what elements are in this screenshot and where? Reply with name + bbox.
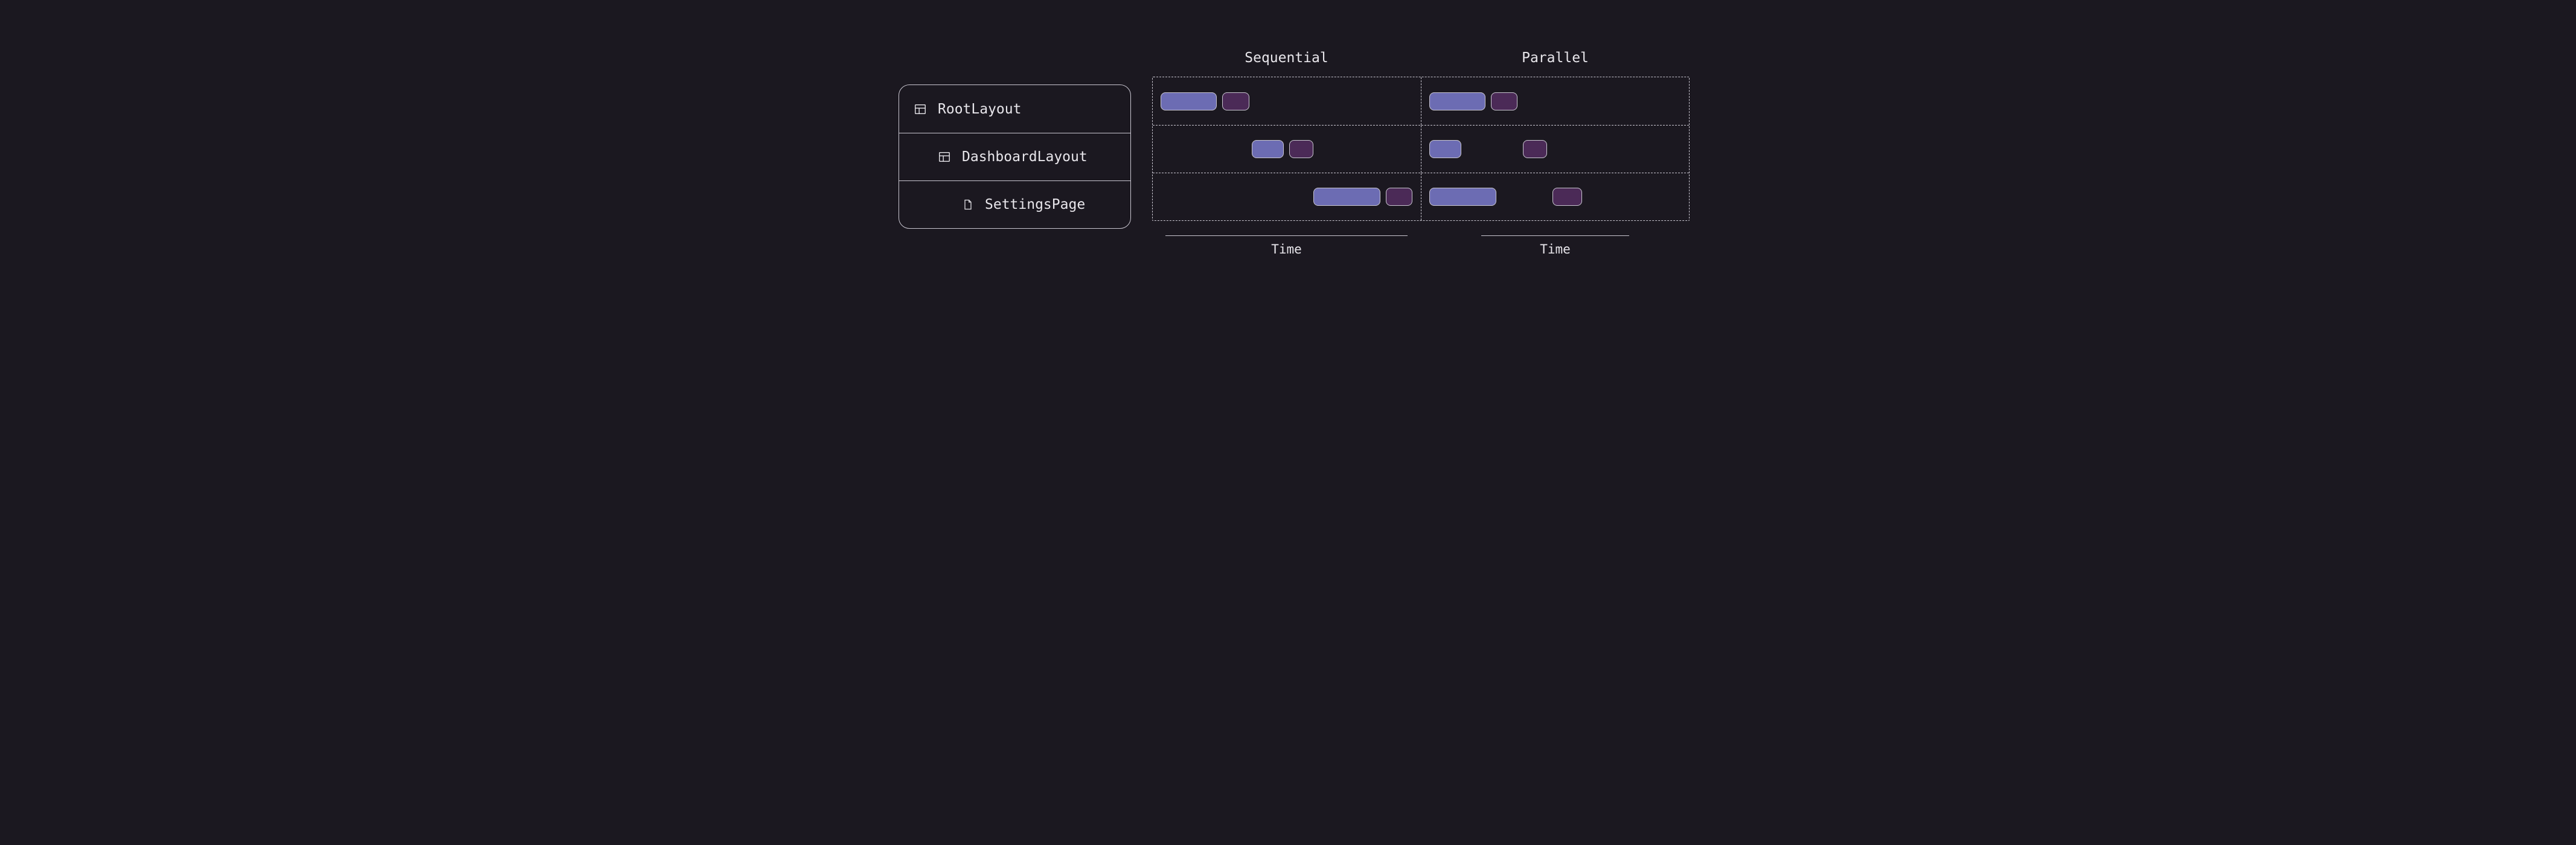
render-bar	[1289, 140, 1313, 158]
tree-row-label: DashboardLayout	[962, 149, 1088, 165]
axis-parallel: Time	[1421, 235, 1690, 257]
fetch-bar	[1252, 140, 1284, 158]
axis-label: Time	[1540, 242, 1571, 257]
fetch-bar	[1429, 140, 1461, 158]
timeline-row	[1153, 77, 1689, 125]
render-bar	[1523, 140, 1547, 158]
component-tree: RootLayout DashboardLayout SettingsPage	[899, 84, 1131, 229]
diagram-stage: RootLayout DashboardLayout SettingsPage …	[817, 0, 1759, 309]
tree-row-dashboard-layout: DashboardLayout	[899, 133, 1130, 180]
fetch-bar	[1429, 188, 1496, 206]
tree-row-label: SettingsPage	[985, 197, 1085, 212]
axis-sequential: Time	[1152, 235, 1421, 257]
axis-line	[1165, 235, 1408, 236]
time-axes: Time Time	[1152, 235, 1690, 257]
cell-parallel	[1421, 173, 1690, 220]
tree-row-settings-page: SettingsPage	[899, 180, 1130, 228]
timelines: Sequential Parallel	[1152, 50, 1690, 257]
tree-row-label: RootLayout	[938, 101, 1021, 117]
tree-row-root-layout: RootLayout	[899, 85, 1130, 133]
layout-icon	[914, 103, 927, 116]
cell-parallel	[1421, 77, 1690, 125]
fetch-bar	[1313, 188, 1380, 206]
timeline-grid	[1152, 77, 1690, 221]
cell-parallel	[1421, 126, 1690, 173]
timeline-headers: Sequential Parallel	[1152, 50, 1690, 66]
cell-sequential	[1153, 126, 1421, 173]
timeline-row	[1153, 125, 1689, 173]
fetch-bar	[1429, 92, 1485, 110]
fetch-bar	[1161, 92, 1217, 110]
header-sequential: Sequential	[1152, 50, 1421, 66]
timeline-row	[1153, 173, 1689, 220]
render-bar	[1552, 188, 1582, 206]
axis-label: Time	[1271, 242, 1302, 257]
header-parallel: Parallel	[1421, 50, 1690, 66]
render-bar	[1491, 92, 1517, 110]
render-bar	[1386, 188, 1412, 206]
cell-sequential	[1153, 77, 1421, 125]
page-icon	[962, 198, 974, 211]
layout-icon	[938, 150, 951, 164]
cell-sequential	[1153, 173, 1421, 220]
axis-line	[1481, 235, 1629, 236]
render-bar	[1222, 92, 1249, 110]
